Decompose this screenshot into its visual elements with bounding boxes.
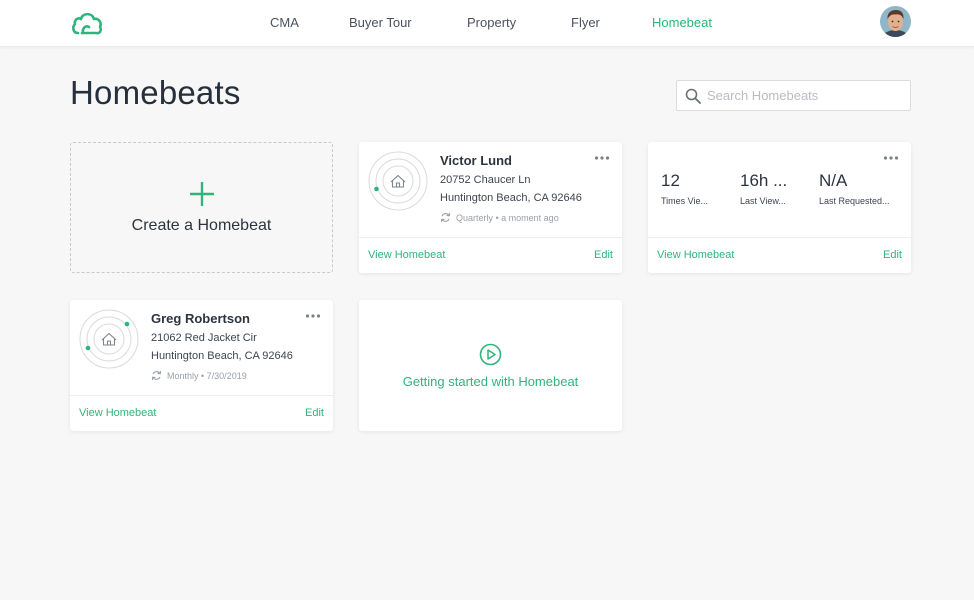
stat-value-last-viewed: 16h ... [740, 171, 788, 190]
stat-value-last-requested: N/A [819, 171, 848, 190]
stat-value-times-viewed: 12 [661, 171, 680, 190]
edit-link[interactable]: Edit [305, 407, 324, 419]
getting-started-label: Getting started with Homebeat [402, 374, 579, 389]
frequency-text: Monthly • 7/30/2019 [167, 370, 247, 381]
search-icon [685, 88, 701, 104]
house-radar-icon [368, 151, 428, 211]
user-avatar-icon [880, 6, 911, 37]
getting-started-card[interactable]: Getting started with Homebeat [359, 300, 622, 431]
address-line-1: 20752 Chaucer Ln [440, 174, 531, 186]
address-line-1: 21062 Red Jacket Cir [151, 332, 257, 344]
avatar[interactable] [880, 6, 911, 37]
plus-icon [190, 182, 214, 206]
card-divider [648, 237, 911, 238]
view-homebeat-link[interactable]: View Homebeat [657, 249, 734, 261]
homebeat-stats-card: 12 Times Vie... 16h ... Last View... N/A… [648, 142, 911, 273]
top-navigation-bar: CMA Buyer Tour Property Flyer Homebeat [0, 0, 974, 47]
nav-item-buyer-tour[interactable]: Buyer Tour [349, 15, 412, 30]
client-name: Victor Lund [440, 153, 512, 168]
card-divider [70, 395, 333, 396]
homebeat-card: Greg Robertson 21062 Red Jacket Cir Hunt… [70, 300, 333, 431]
main-nav: CMA Buyer Tour Property Flyer Homebeat [0, 0, 974, 47]
more-options-icon[interactable] [305, 311, 321, 321]
frequency-text: Quarterly • a moment ago [456, 212, 559, 223]
more-options-icon[interactable] [594, 153, 610, 163]
card-divider [359, 237, 622, 238]
nav-item-homebeat[interactable]: Homebeat [652, 15, 712, 30]
stat-label-last-requested: Last Requested... [819, 196, 890, 206]
edit-link[interactable]: Edit [594, 249, 613, 261]
more-options-icon[interactable] [883, 153, 899, 163]
nav-item-property[interactable]: Property [467, 15, 516, 30]
create-homebeat-label: Create a Homebeat [131, 217, 272, 234]
house-radar-icon [79, 309, 139, 369]
view-homebeat-link[interactable]: View Homebeat [368, 249, 445, 261]
page-title: Homebeats [70, 74, 241, 111]
address-line-2: Huntington Beach, CA 92646 [440, 192, 582, 204]
refresh-icon [440, 212, 451, 223]
search-box [676, 80, 911, 111]
edit-link[interactable]: Edit [883, 249, 902, 261]
view-homebeat-link[interactable]: View Homebeat [79, 407, 156, 419]
stat-label-times-viewed: Times Vie... [661, 196, 709, 206]
stat-label-last-viewed: Last View... [740, 196, 786, 206]
nav-item-flyer[interactable]: Flyer [571, 15, 600, 30]
search-input[interactable] [707, 81, 907, 110]
frequency-status: Monthly • 7/30/2019 [151, 370, 247, 381]
refresh-icon [151, 370, 162, 381]
create-homebeat-card[interactable]: Create a Homebeat [70, 142, 333, 273]
client-name: Greg Robertson [151, 311, 250, 326]
address-line-2: Huntington Beach, CA 92646 [151, 350, 293, 362]
homebeat-card: Victor Lund 20752 Chaucer Ln Huntington … [359, 142, 622, 273]
play-icon [479, 343, 502, 366]
frequency-status: Quarterly • a moment ago [440, 212, 559, 223]
nav-item-cma[interactable]: CMA [270, 15, 299, 30]
